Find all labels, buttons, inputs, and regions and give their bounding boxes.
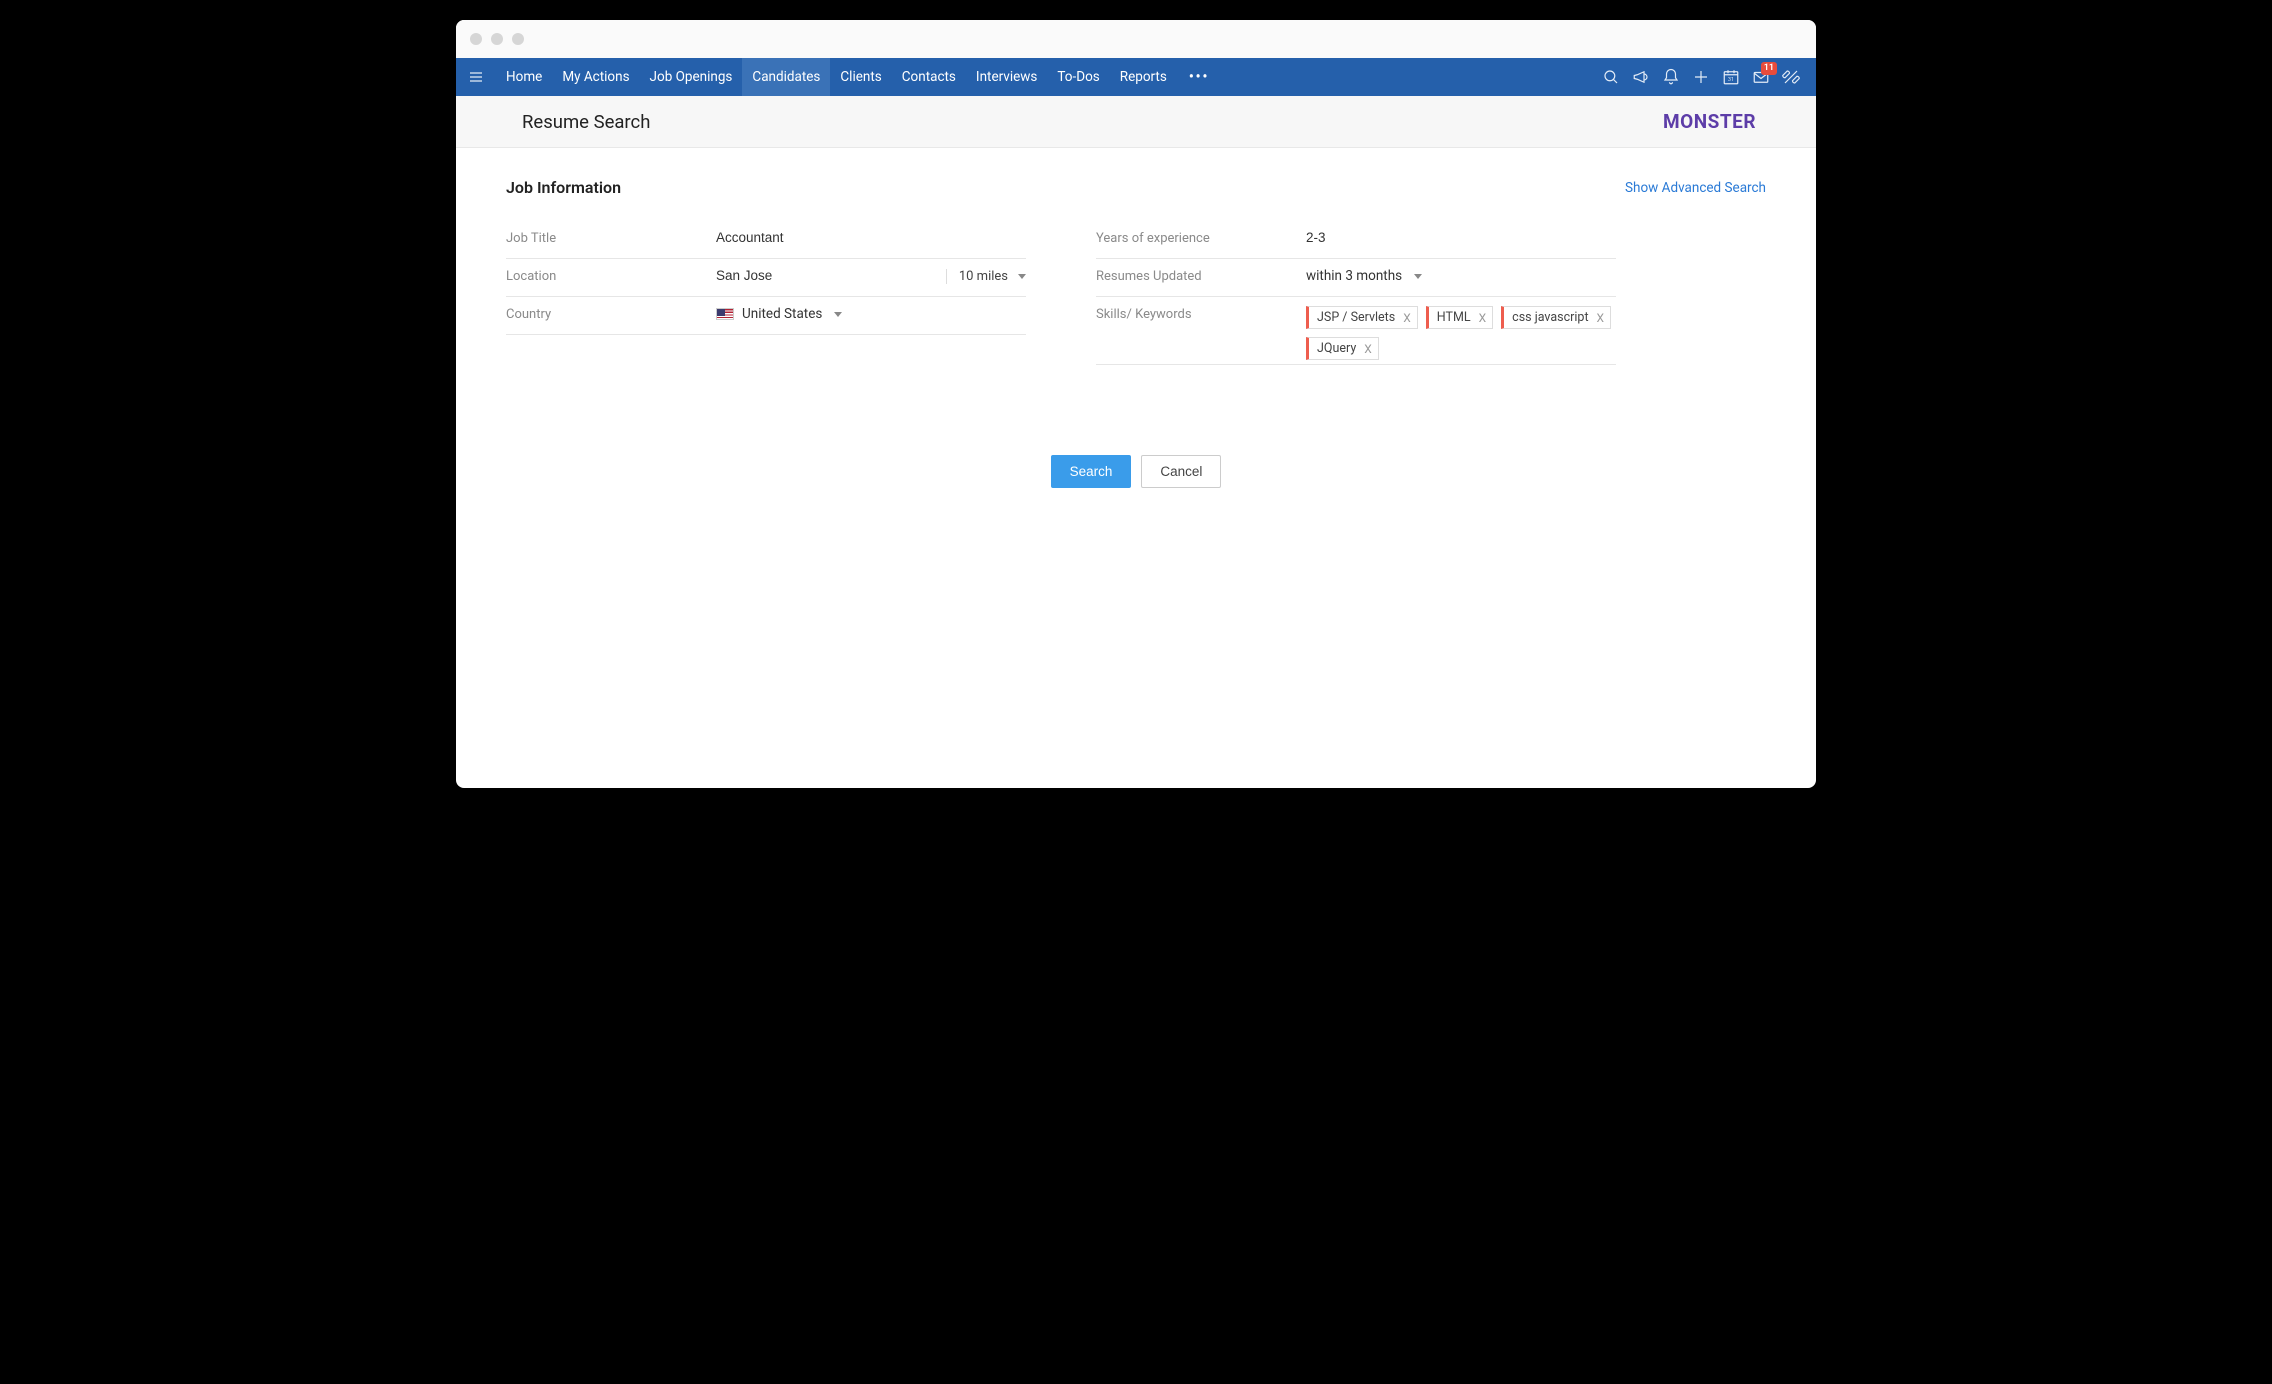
window-zoom-dot[interactable] <box>512 33 524 45</box>
nav-item-interviews[interactable]: Interviews <box>966 58 1048 96</box>
skill-tag: JSP / Servlets X <box>1306 306 1418 329</box>
row-experience: Years of experience <box>1096 221 1616 259</box>
page-title: Resume Search <box>522 111 650 133</box>
announce-icon[interactable] <box>1632 68 1650 86</box>
brand-logo: MonsteR <box>1663 110 1756 133</box>
updated-value: within 3 months <box>1306 268 1402 284</box>
input-location[interactable] <box>716 268 938 283</box>
label-location: Location <box>506 265 716 284</box>
row-job-title: Job Title <box>506 221 1026 259</box>
button-row: Search Cancel <box>506 455 1766 488</box>
skill-tags[interactable]: JSP / ServletsXHTMLXcss javascriptXJQuer… <box>1306 306 1616 360</box>
label-job-title: Job Title <box>506 227 716 246</box>
remove-tag-icon[interactable]: X <box>1479 311 1487 325</box>
window-close-dot[interactable] <box>470 33 482 45</box>
remove-tag-icon[interactable]: X <box>1597 311 1605 325</box>
remove-tag-icon[interactable]: X <box>1364 342 1372 356</box>
skill-tag: JQuery X <box>1306 337 1379 360</box>
nav-item-to-dos[interactable]: To-Dos <box>1047 58 1109 96</box>
row-updated: Resumes Updated within 3 months <box>1096 259 1616 297</box>
nav-item-contacts[interactable]: Contacts <box>892 58 966 96</box>
content-area: Job Information Show Advanced Search Job… <box>456 148 1816 788</box>
skill-tag: HTML X <box>1426 306 1493 329</box>
nav-item-job-openings[interactable]: Job Openings <box>640 58 743 96</box>
form-col-right: Years of experience Resumes Updated with… <box>1096 221 1616 365</box>
country-select[interactable]: United States <box>716 306 842 322</box>
subheader: Resume Search MonsteR <box>456 96 1816 148</box>
tools-icon[interactable] <box>1782 68 1800 86</box>
window-titlebar <box>456 20 1816 58</box>
label-skills: Skills/ Keywords <box>1096 303 1306 322</box>
plus-icon[interactable] <box>1692 68 1710 86</box>
skill-tag-label: css javascript <box>1512 310 1588 325</box>
row-country: Country United States <box>506 297 1026 335</box>
cancel-button[interactable]: Cancel <box>1141 455 1221 488</box>
skill-tag-label: HTML <box>1437 310 1471 325</box>
search-button[interactable]: Search <box>1051 455 1132 488</box>
nav-item-my-actions[interactable]: My Actions <box>552 58 639 96</box>
input-experience[interactable] <box>1306 230 1616 245</box>
label-updated: Resumes Updated <box>1096 265 1306 284</box>
remove-tag-icon[interactable]: X <box>1403 311 1411 325</box>
svg-text:31: 31 <box>1728 77 1734 83</box>
calendar-icon[interactable]: 31 <box>1722 68 1740 86</box>
search-icon[interactable] <box>1602 68 1620 86</box>
section-title: Job Information <box>506 178 621 197</box>
radius-value: 10 miles <box>959 269 1008 284</box>
label-country: Country <box>506 303 716 322</box>
window-minimize-dot[interactable] <box>491 33 503 45</box>
form-col-left: Job Title Location 10 miles <box>506 221 1026 365</box>
flag-us-icon <box>716 308 734 320</box>
country-value: United States <box>742 306 822 322</box>
hamburger-icon <box>468 69 484 85</box>
mail-badge: 11 <box>1761 62 1777 75</box>
skill-tag-label: JSP / Servlets <box>1317 310 1395 325</box>
skill-tag: css javascript X <box>1501 306 1611 329</box>
mail-icon[interactable]: 11 <box>1752 68 1770 86</box>
nav-more[interactable]: ••• <box>1177 58 1222 96</box>
caret-icon <box>834 312 842 317</box>
updated-select[interactable]: within 3 months <box>1306 268 1422 284</box>
label-experience: Years of experience <box>1096 227 1306 246</box>
caret-icon <box>1018 274 1026 279</box>
radius-select[interactable]: 10 miles <box>946 269 1026 284</box>
app-window: HomeMy ActionsJob OpeningsCandidatesClie… <box>456 20 1816 788</box>
row-location: Location 10 miles <box>506 259 1026 297</box>
advanced-search-link[interactable]: Show Advanced Search <box>1625 180 1766 196</box>
nav-item-candidates[interactable]: Candidates <box>742 58 830 96</box>
nav-item-reports[interactable]: Reports <box>1110 58 1177 96</box>
nav-item-home[interactable]: Home <box>496 58 552 96</box>
skill-tag-label: JQuery <box>1317 341 1356 356</box>
row-skills: Skills/ Keywords JSP / Servlets X HTML Xcss… <box>1096 297 1616 365</box>
nav-icon-tray: 31 11 <box>1586 58 1816 96</box>
caret-icon <box>1414 274 1422 279</box>
menu-toggle[interactable] <box>456 58 496 96</box>
input-job-title[interactable] <box>716 230 1026 245</box>
nav-item-clients[interactable]: Clients <box>830 58 891 96</box>
bell-icon[interactable] <box>1662 68 1680 86</box>
top-nav: HomeMy ActionsJob OpeningsCandidatesClie… <box>456 58 1816 96</box>
